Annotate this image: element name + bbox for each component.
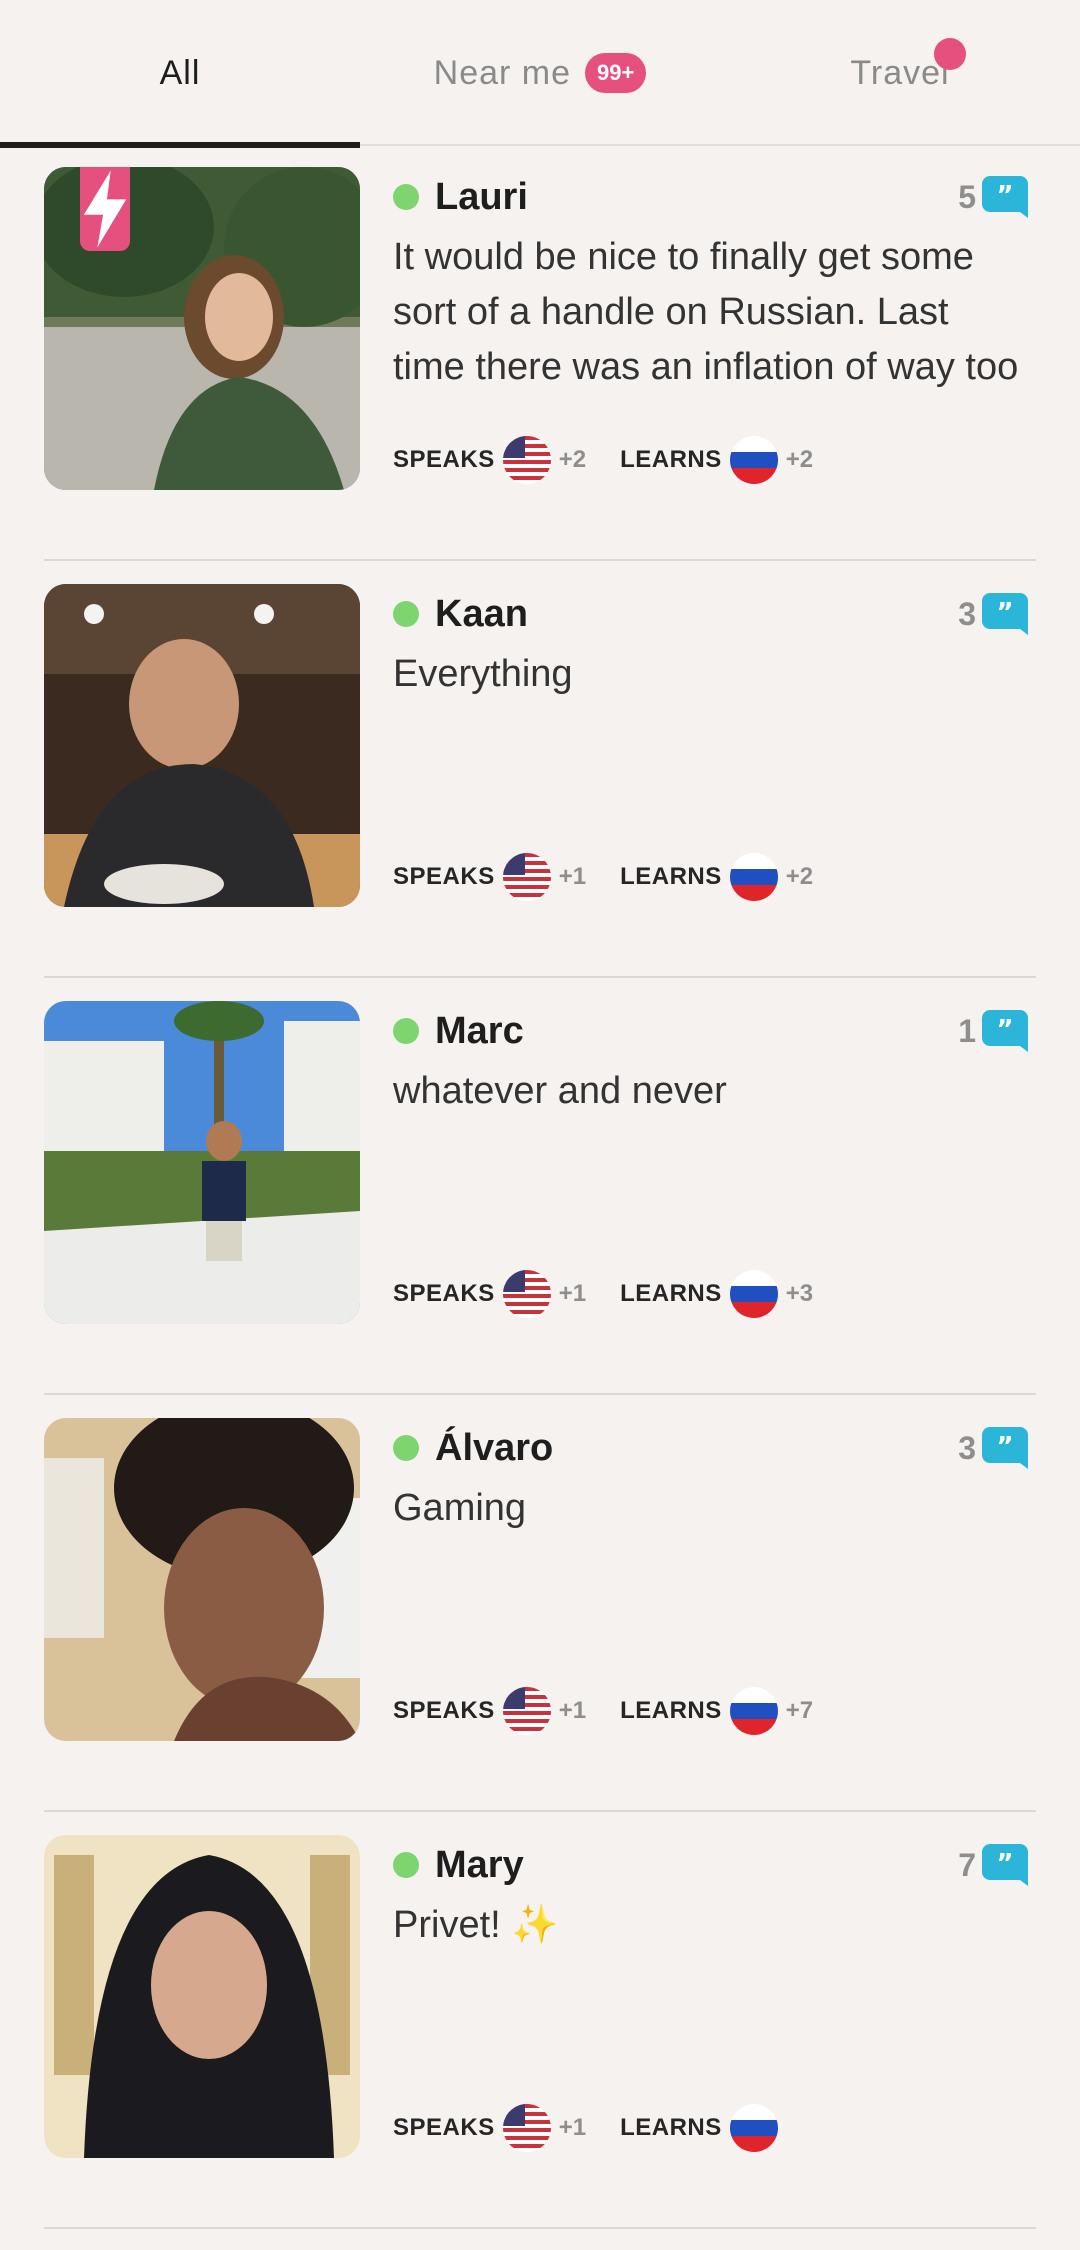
tab-bar: All Near me 99+ Travel <box>0 0 1080 148</box>
partner-bio: It would be nice to finally get some sor… <box>393 236 1019 388</box>
references-number: 7 <box>958 1846 976 1883</box>
ru-flag-icon <box>729 436 778 484</box>
speaks-more-count: +1 <box>558 2114 587 2141</box>
references-number: 3 <box>958 1429 976 1466</box>
near-me-count-badge: 99+ <box>585 53 647 93</box>
profile-photo[interactable] <box>44 1001 360 1324</box>
ru-flag-icon <box>729 1687 778 1735</box>
online-status-dot <box>393 601 419 627</box>
references-count[interactable]: 5 ” <box>958 174 1028 220</box>
tab-near-me-label: Near me <box>433 53 572 92</box>
quote-icon: ” <box>982 1010 1028 1052</box>
us-flag-icon <box>502 2104 551 2152</box>
speaks-label: SPEAKS <box>393 863 495 890</box>
quote-icon: ” <box>982 593 1028 635</box>
learns-label: LEARNS <box>620 863 722 890</box>
partner-name: Marc <box>435 1009 524 1052</box>
svg-text:”: ” <box>996 1849 1013 1879</box>
us-flag-icon <box>502 436 551 484</box>
travel-notification-dot <box>934 38 966 70</box>
partner-name: Mary <box>435 1843 524 1886</box>
speaks-label: SPEAKS <box>393 446 495 473</box>
speaks-more-count: +1 <box>558 1697 587 1724</box>
learns-label: LEARNS <box>620 1280 722 1307</box>
online-status-dot <box>393 1435 419 1461</box>
partner-bio: Privet! ✨ <box>393 1904 559 1946</box>
references-number: 5 <box>958 178 976 215</box>
references-count[interactable]: 1 ” <box>958 1008 1028 1054</box>
references-count[interactable]: 3 ” <box>958 591 1028 637</box>
tab-near-me[interactable]: Near me 99+ <box>360 0 720 146</box>
ru-flag-icon <box>729 853 778 901</box>
tab-all[interactable]: All <box>0 0 360 148</box>
partner-card[interactable]: Marc 1 ” whatever and never SPEAKS +1 LE… <box>0 978 1080 1395</box>
references-number: 3 <box>958 595 976 632</box>
lightning-icon <box>83 170 127 248</box>
us-flag-icon <box>502 1270 551 1318</box>
us-flag-icon <box>502 1687 551 1735</box>
partner-name: Álvaro <box>435 1426 554 1469</box>
speaks-label: SPEAKS <box>393 1697 495 1724</box>
partner-card[interactable]: Lauri 5 ” It would be nice to finally ge… <box>0 144 1080 561</box>
online-status-dot <box>393 1018 419 1044</box>
partner-card[interactable]: Kaan 3 ” Everything SPEAKS +1 LEARNS +2 <box>0 561 1080 978</box>
speaks-label: SPEAKS <box>393 2114 495 2141</box>
boost-badge <box>80 167 130 251</box>
quote-icon: ” <box>982 1844 1028 1886</box>
quote-icon: ” <box>982 176 1028 218</box>
learns-label: LEARNS <box>620 446 722 473</box>
svg-text:”: ” <box>996 181 1013 211</box>
references-number: 1 <box>958 1012 976 1049</box>
references-count[interactable]: 7 ” <box>958 1842 1028 1888</box>
svg-text:”: ” <box>996 598 1013 628</box>
partner-name: Kaan <box>435 592 528 635</box>
tab-travel[interactable]: Travel <box>720 0 1080 146</box>
learns-more-count: +2 <box>785 446 814 473</box>
language-row: SPEAKS +1 LEARNS +3 <box>393 1268 813 1320</box>
svg-text:”: ” <box>996 1015 1013 1045</box>
svg-text:”: ” <box>996 1432 1013 1462</box>
partner-name: Lauri <box>435 175 528 218</box>
profile-photo[interactable] <box>44 167 360 490</box>
tab-all-label: All <box>159 53 201 92</box>
partner-card[interactable]: Álvaro 3 ” Gaming SPEAKS +1 LEARNS +7 <box>0 1395 1080 1812</box>
learns-more-count: +2 <box>785 863 814 890</box>
online-status-dot <box>393 184 419 210</box>
speaks-more-count: +1 <box>558 863 587 890</box>
language-row: SPEAKS +1 LEARNS <box>393 2102 786 2154</box>
references-count[interactable]: 3 ” <box>958 1425 1028 1471</box>
partner-bio: Gaming <box>393 1487 527 1529</box>
partner-bio: whatever and never <box>393 1070 727 1112</box>
ru-flag-icon <box>729 1270 778 1318</box>
online-status-dot <box>393 1852 419 1878</box>
quote-icon: ” <box>982 1427 1028 1469</box>
learns-label: LEARNS <box>620 2114 722 2141</box>
speaks-more-count: +1 <box>558 1280 587 1307</box>
partner-card[interactable]: Mary 7 ” Privet! ✨ SPEAKS +1 LEARNS <box>0 1812 1080 2229</box>
learns-more-count: +7 <box>785 1697 814 1724</box>
ru-flag-icon <box>729 2104 778 2152</box>
speaks-more-count: +2 <box>558 446 587 473</box>
learns-more-count: +3 <box>785 1280 814 1307</box>
divider <box>44 2227 1036 2229</box>
speaks-label: SPEAKS <box>393 1280 495 1307</box>
learns-label: LEARNS <box>620 1697 722 1724</box>
us-flag-icon <box>502 853 551 901</box>
partner-bio: Everything <box>393 653 573 695</box>
profile-photo[interactable] <box>44 1418 360 1741</box>
language-row: SPEAKS +1 LEARNS +2 <box>393 851 813 903</box>
language-row: SPEAKS +1 LEARNS +7 <box>393 1685 813 1737</box>
profile-photo[interactable] <box>44 584 360 907</box>
language-row: SPEAKS +2 LEARNS +2 <box>393 434 813 486</box>
profile-photo[interactable] <box>44 1835 360 2158</box>
